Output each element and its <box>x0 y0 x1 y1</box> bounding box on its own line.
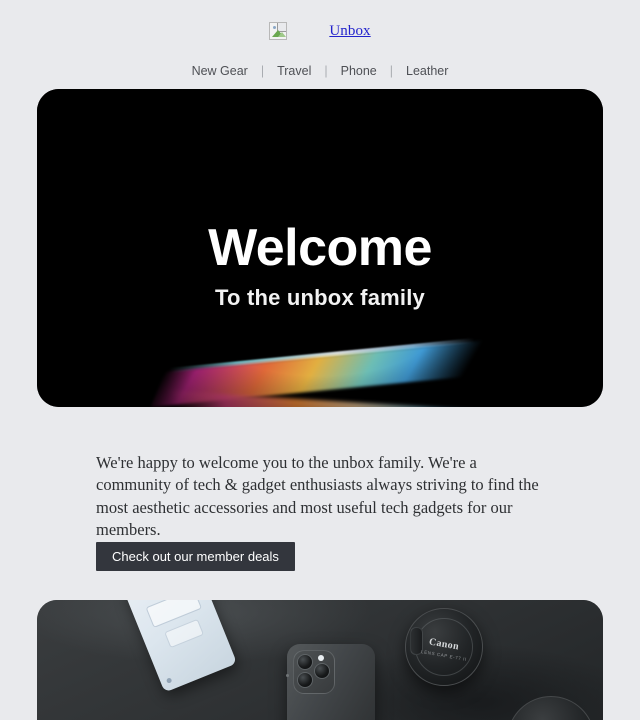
body-paragraph: We're happy to welcome you to the unbox … <box>96 452 539 540</box>
brand-row: Unbox <box>0 18 640 44</box>
email-header: Unbox New Gear | Travel | Phone | Leathe… <box>0 0 640 78</box>
hero-banner: Welcome To the unbox family <box>37 89 603 407</box>
broken-image-icon <box>269 22 288 40</box>
smartphone <box>286 644 375 720</box>
nav-item-new-gear[interactable]: New Gear <box>179 64 261 78</box>
brand-link[interactable]: Unbox <box>329 23 370 40</box>
hero-subtitle: To the unbox family <box>215 285 425 310</box>
main-nav: New Gear | Travel | Phone | Leather <box>0 64 640 78</box>
nav-item-phone[interactable]: Phone <box>328 64 390 78</box>
nav-item-travel[interactable]: Travel <box>264 64 324 78</box>
nav-item-leather[interactable]: Leather <box>393 64 461 78</box>
camera-module-icon <box>293 650 335 694</box>
hero-title: Welcome <box>208 219 432 277</box>
camera-lens-cap: Canon LENS CAP E-77 II <box>405 608 483 686</box>
member-deals-button[interactable]: Check out our member deals <box>96 542 295 571</box>
product-photo: Canon LENS CAP E-77 II <box>37 600 603 720</box>
